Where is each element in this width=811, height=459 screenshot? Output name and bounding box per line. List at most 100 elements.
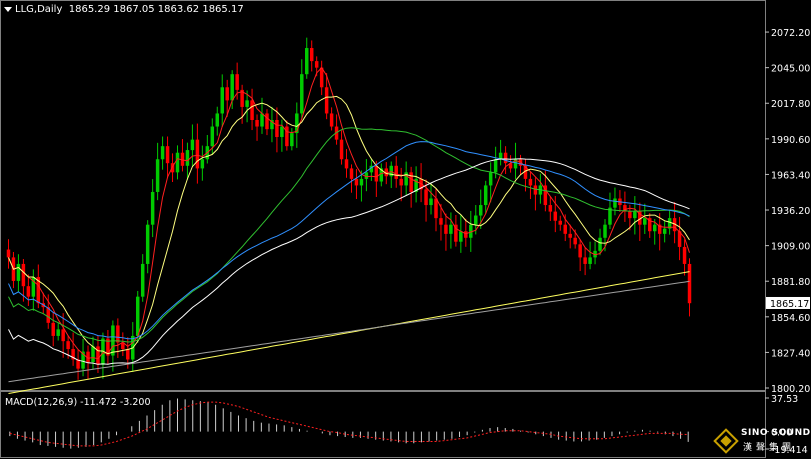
diamond-logo-icon bbox=[713, 428, 739, 454]
candle-body bbox=[603, 224, 607, 238]
candle-body bbox=[155, 159, 160, 192]
price-tick-label: 1990.60 bbox=[771, 135, 810, 146]
candle-body bbox=[280, 126, 284, 138]
candle-body bbox=[478, 205, 483, 216]
candle-body bbox=[687, 263, 692, 304]
candle-body bbox=[662, 228, 667, 234]
candle-body bbox=[329, 113, 334, 127]
ma-long-yellow-line bbox=[8, 271, 690, 394]
candle-body bbox=[175, 152, 180, 173]
candle-body bbox=[195, 139, 200, 169]
candle-body bbox=[354, 178, 359, 186]
candle-body bbox=[613, 198, 617, 208]
candle-body bbox=[344, 159, 349, 169]
price-tick-label: 1881.80 bbox=[771, 277, 810, 288]
candle-body bbox=[558, 220, 563, 225]
price-tick-label: 2045.00 bbox=[771, 64, 810, 75]
candle-body bbox=[349, 168, 354, 179]
candle-body bbox=[314, 61, 319, 68]
ohlc-values: 1865.29 1867.05 1863.62 1865.17 bbox=[68, 4, 244, 15]
candle-body bbox=[444, 224, 448, 234]
sino-sound-logo: SINO SOUND 漢聲集團 bbox=[713, 428, 810, 456]
candle-body bbox=[429, 198, 433, 206]
candle-body bbox=[563, 224, 567, 234]
candle-body bbox=[56, 329, 60, 336]
logo-cn: 漢聲集團 bbox=[743, 443, 796, 453]
candle-body bbox=[116, 325, 120, 343]
candle-body bbox=[533, 185, 538, 195]
candle-body bbox=[598, 237, 602, 251]
candle-body bbox=[275, 119, 279, 138]
candle-body bbox=[548, 205, 553, 212]
candle-body bbox=[140, 263, 145, 297]
candle-body bbox=[449, 224, 453, 234]
candle-body bbox=[91, 346, 95, 363]
price-chart[interactable]: 2072.20 2045.00 2017.80 1990.60 1963.40 1936.… bbox=[0, 0, 811, 459]
candle-body bbox=[300, 74, 304, 114]
candle-body bbox=[160, 146, 165, 160]
macd-signal-line bbox=[9, 401, 689, 447]
candle-body bbox=[359, 178, 364, 186]
candle-body bbox=[255, 119, 259, 127]
candle-body bbox=[290, 133, 294, 147]
logo-name: SINO SOUND bbox=[741, 428, 811, 438]
candle-body bbox=[319, 67, 324, 88]
candle-body bbox=[583, 257, 587, 264]
candle-body bbox=[394, 165, 398, 179]
candle-body bbox=[165, 146, 170, 164]
candle-body bbox=[399, 178, 403, 186]
candle-body bbox=[309, 48, 314, 62]
candle-body bbox=[150, 191, 155, 225]
ma-fast-line bbox=[8, 66, 690, 360]
candle-body bbox=[503, 152, 508, 164]
candle-body bbox=[145, 224, 150, 264]
candle-body bbox=[265, 113, 269, 130]
candle-body bbox=[588, 257, 592, 264]
symbol-menu-icon[interactable] bbox=[4, 6, 12, 12]
candle-body bbox=[339, 139, 344, 160]
candle-body bbox=[245, 100, 249, 107]
candle-body bbox=[21, 263, 26, 287]
candle-body bbox=[220, 87, 224, 114]
candle-body bbox=[16, 263, 21, 281]
candle-body bbox=[200, 159, 205, 169]
candle-body bbox=[488, 172, 493, 186]
candle-body bbox=[464, 231, 468, 238]
candle-body bbox=[324, 87, 329, 114]
candle-body bbox=[26, 286, 31, 297]
candle-body bbox=[61, 329, 65, 342]
candle-body bbox=[459, 231, 463, 242]
price-tick-label: 1963.40 bbox=[771, 170, 810, 181]
candle-body bbox=[374, 165, 379, 182]
candle-body bbox=[250, 100, 254, 120]
candle-body bbox=[260, 113, 264, 127]
symbol-label: LLG,Daily bbox=[15, 4, 63, 15]
candle-body bbox=[230, 74, 234, 101]
macd-tick-label: 37.53 bbox=[771, 394, 798, 405]
candle-body bbox=[633, 211, 637, 219]
current-price-label: 1865.17 bbox=[770, 299, 809, 310]
candle-body bbox=[225, 87, 229, 101]
macd-label: MACD(12,26,9) -11.472 -3.200 bbox=[5, 397, 150, 408]
price-tick-label: 2072.20 bbox=[771, 28, 810, 39]
price-tick-label: 1827.40 bbox=[771, 348, 810, 359]
candle-body bbox=[553, 211, 558, 221]
price-panel-frame bbox=[0, 0, 766, 391]
candle-body bbox=[66, 341, 70, 350]
ma-white-line bbox=[8, 158, 690, 365]
candle-body bbox=[528, 178, 533, 186]
candle-body bbox=[424, 189, 428, 206]
candle-body bbox=[483, 185, 488, 206]
candle-body bbox=[493, 159, 498, 173]
candle-body bbox=[135, 296, 140, 336]
candle-body bbox=[682, 246, 687, 264]
candle-body bbox=[305, 48, 309, 75]
candle-body bbox=[434, 198, 438, 219]
ma-grey-line bbox=[8, 280, 690, 383]
price-tick-label: 2017.80 bbox=[771, 99, 810, 110]
price-tick-label: 1936.20 bbox=[771, 206, 810, 217]
candle-body bbox=[51, 322, 55, 336]
candle-body bbox=[126, 349, 130, 360]
candle-body bbox=[185, 150, 190, 166]
candle-body bbox=[568, 233, 572, 238]
